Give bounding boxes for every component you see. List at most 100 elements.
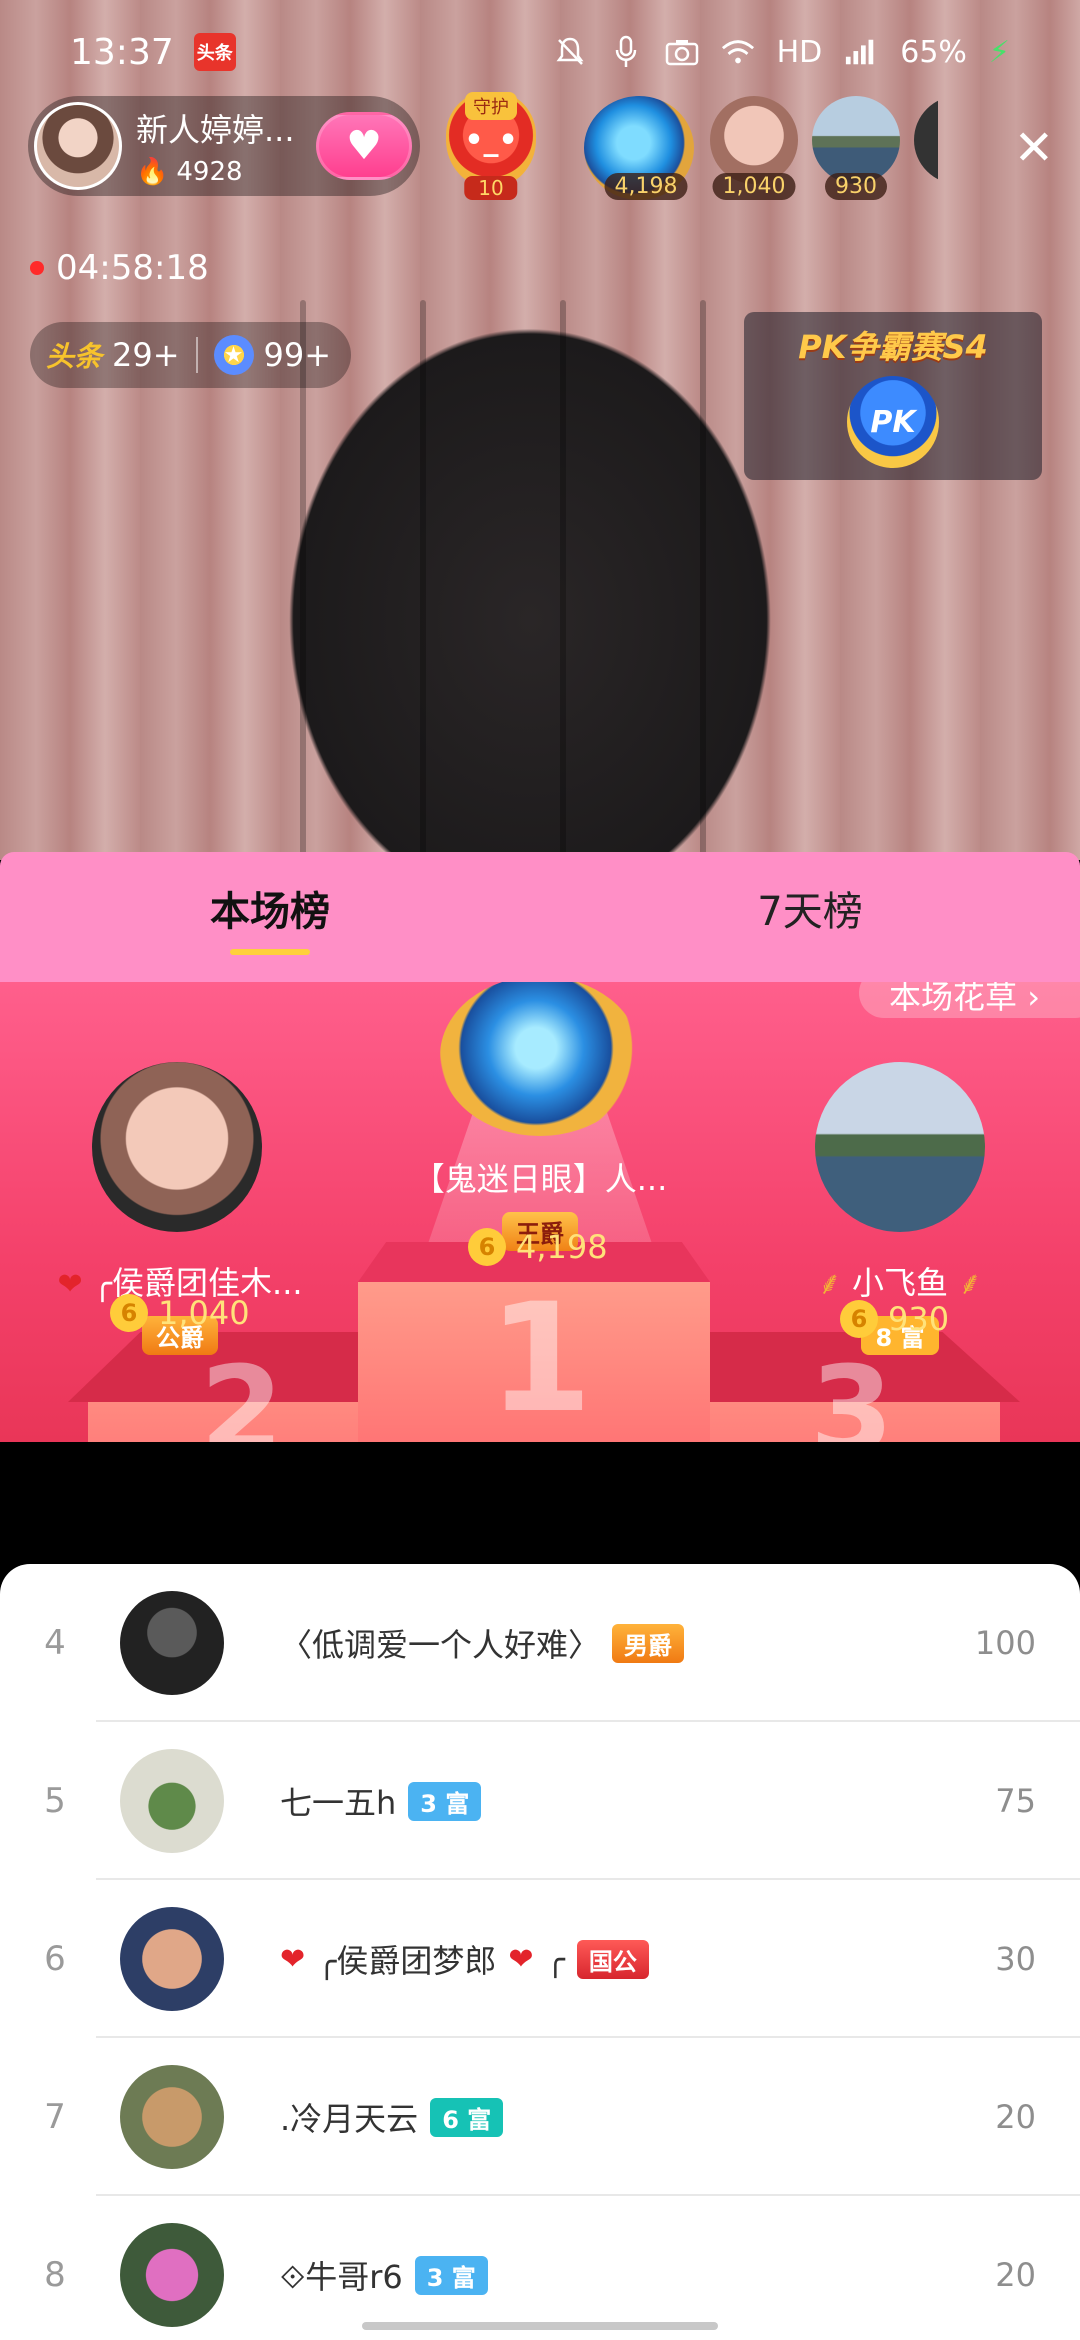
podium-number-2: 2: [200, 1342, 284, 1442]
top-viewer-3[interactable]: 930: [812, 96, 900, 200]
user-name: 七一五h 3 富: [280, 1778, 482, 1824]
heat-count: 4928: [176, 157, 243, 187]
contribution-value: 30: [995, 1940, 1036, 1978]
status-bar: 13:37 头条 HD 65% ⚡: [0, 0, 1080, 104]
third-place-name: ⸙ 小飞鱼 ⸙: [817, 1264, 983, 1302]
status-time: 13:37: [70, 31, 174, 73]
toutiao-logo-icon: 头条: [46, 340, 103, 373]
user-avatar: [120, 1591, 224, 1695]
pk-title: PK争霸赛S4: [798, 328, 988, 366]
pk-button[interactable]: PK: [847, 376, 939, 468]
coin-icon: 6: [840, 1300, 878, 1338]
top-viewer-avatar: [914, 96, 938, 184]
cell-signal-icon: [844, 35, 878, 69]
stats-chip[interactable]: 头条 29+ ★ 99+: [30, 322, 352, 388]
heart-icon: ❤: [508, 1941, 534, 1977]
rank-badge: 6 富: [430, 2097, 504, 2137]
podium: 本场花草 › 1 2 3 【鬼迷日眼】人... 王爵 6 4,198 ❤ ╭侯爵…: [0, 982, 1080, 1442]
top-viewer-2[interactable]: 1,040: [710, 96, 798, 200]
first-place-name: 【鬼迷日眼】人...: [412, 1160, 668, 1198]
battery-percent: 65%: [900, 34, 967, 70]
user-avatar: [120, 1907, 224, 2011]
top-viewer-score: 4,198: [604, 173, 688, 200]
home-indicator[interactable]: [362, 2322, 718, 2330]
streamer-heat: 🔥 4928: [136, 157, 295, 187]
streamer-card[interactable]: 新人婷婷... 🔥 4928 ♥: [28, 96, 420, 196]
rank-badge: 国公: [576, 1939, 649, 1979]
wifi-icon: [721, 35, 755, 69]
user-name: ❤ ╭侯爵团梦郎 ❤ ╭ 国公: [280, 1936, 649, 1982]
first-place-avatar: [440, 982, 640, 1136]
coin-icon: 6: [468, 1228, 506, 1266]
star-icon: ★: [213, 335, 254, 375]
user-avatar: [120, 1749, 224, 1853]
streamer-name: 新人婷婷...: [136, 111, 295, 149]
headline-count: 29+: [112, 336, 180, 374]
microphone-icon: [609, 35, 643, 69]
active-tab-indicator: [230, 949, 310, 955]
contribution-value: 20: [995, 2256, 1036, 2294]
rank-number: 8: [44, 2255, 66, 2295]
live-timer-text: 04:58:18: [56, 248, 209, 288]
contribution-value: 75: [995, 1782, 1036, 1820]
streamer-info: 新人婷婷... 🔥 4928: [136, 105, 295, 187]
network-label: HD: [776, 34, 823, 70]
podium-rule-link[interactable]: 本场花草 ›: [859, 982, 1080, 1018]
first-place-score: 6 4,198: [468, 1228, 608, 1266]
list-item[interactable]: 7 .冷月天云 6 富 20: [0, 2038, 1080, 2196]
app-notification-icon: 头条: [193, 33, 236, 71]
list-item[interactable]: 6 ❤ ╭侯爵团梦郎 ❤ ╭ 国公 30: [0, 1880, 1080, 2038]
rank-badge: 3 富: [408, 1781, 482, 1821]
list-item[interactable]: 8 ⟐牛哥r6 3 富 20: [0, 2196, 1080, 2340]
streamer-avatar[interactable]: [34, 102, 122, 190]
user-name: ⟐牛哥r6 3 富: [280, 2252, 488, 2298]
rank-list[interactable]: 4 〈低调爱一个人好难〉 男爵 100 5 七一五h 3 富 75 6 ❤ ╭侯…: [0, 1564, 1080, 2340]
pk-panel[interactable]: PK争霸赛S4 PK: [744, 312, 1042, 480]
top-viewers: 4,198 1,040 930: [584, 96, 938, 200]
guard-tag: 守护: [465, 92, 517, 120]
rank-badge: 男爵: [612, 1623, 685, 1663]
user-name: 〈低调爱一个人好难〉 男爵: [280, 1620, 685, 1666]
user-avatar: [120, 2065, 224, 2169]
heart-icon: ❤: [280, 1941, 306, 1977]
contribution-value: 20: [995, 2098, 1036, 2136]
tab-seven-days[interactable]: 7天榜: [540, 852, 1080, 982]
status-icons: HD 65% ⚡: [553, 35, 1010, 70]
guard-badge[interactable]: •_• 守护 10: [438, 92, 544, 202]
top-viewer-avatar: [812, 96, 900, 184]
podium-number-1: 1: [488, 1272, 593, 1442]
follow-heart-button[interactable]: ♥: [316, 112, 412, 180]
close-icon[interactable]: ✕: [1014, 124, 1054, 172]
user-name: .冷月天云 6 富: [280, 2094, 504, 2140]
list-item[interactable]: 4 〈低调爱一个人好难〉 男爵 100: [0, 1564, 1080, 1722]
second-place-score: 6 1,040: [110, 1294, 250, 1332]
video-detail: [560, 300, 566, 860]
podium-first[interactable]: 【鬼迷日眼】人... 王爵: [340, 982, 740, 1251]
list-item[interactable]: 5 七一五h 3 富 75: [0, 1722, 1080, 1880]
wheat-icon: ⸙: [817, 1264, 842, 1302]
heart-icon: ♥: [346, 123, 382, 169]
rank-tabs: 本场榜 7天榜: [0, 852, 1080, 982]
video-detail: [700, 300, 706, 860]
rank-number: 4: [44, 1623, 66, 1663]
wheat-icon: ⸙: [958, 1264, 983, 1302]
tab-label: 本场榜: [210, 889, 330, 935]
tab-current-session[interactable]: 本场榜: [0, 852, 540, 982]
tab-label: 7天榜: [757, 889, 863, 935]
podium-number-3: 3: [810, 1342, 894, 1442]
top-viewer-more[interactable]: [914, 96, 938, 200]
top-viewer-avatar: [710, 96, 798, 184]
second-place-avatar: [92, 1062, 262, 1232]
rank-number: 6: [44, 1939, 66, 1979]
heart-icon: ❤: [57, 1267, 83, 1302]
top-viewer-1[interactable]: 4,198: [584, 96, 696, 200]
coin-icon: 6: [110, 1294, 148, 1332]
rank-sheet: 本场榜 7天榜 本场花草 › 1 2 3 【鬼迷日眼】人... 王爵 6 4,1…: [0, 852, 1080, 2340]
third-place-score: 6 930: [840, 1300, 949, 1338]
live-timer: 04:58:18: [30, 248, 209, 288]
rank-number: 5: [44, 1781, 66, 1821]
guard-level: 10: [464, 176, 518, 200]
mute-bell-icon: [553, 35, 587, 69]
camera-icon: [665, 35, 699, 69]
video-detail: [420, 300, 426, 860]
